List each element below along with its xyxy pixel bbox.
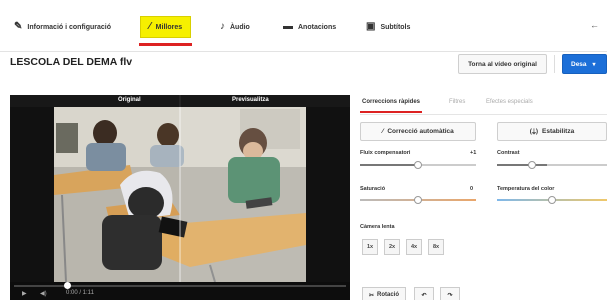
tab-annotations[interactable]: ▬ Anotacions: [283, 16, 336, 38]
play-icon[interactable]: ▶: [22, 290, 27, 297]
slider-thumb[interactable]: [414, 161, 422, 169]
stabilize-label: Estabilitza: [542, 128, 575, 135]
divider: [554, 55, 555, 73]
rotate-button[interactable]: ✂ Rotació: [362, 287, 406, 300]
speech-bubble-icon: ▬: [283, 21, 293, 32]
speed-8x-button[interactable]: 8x: [428, 239, 444, 255]
tab-label: Millores: [155, 23, 183, 31]
tab-filters[interactable]: Filtres: [449, 99, 465, 105]
time-display: 0:00 / 1:11: [66, 290, 94, 296]
saturation-value: 0: [470, 186, 474, 192]
color-temperature-slider[interactable]: [497, 196, 607, 204]
save-label: Desa: [571, 60, 587, 68]
panel-tab-divider: [360, 114, 607, 115]
tab-quick-fixes[interactable]: Correccions ràpides: [359, 99, 423, 113]
tab-label: Anotacions: [298, 23, 337, 31]
rotate-label: Rotació: [377, 292, 400, 298]
fill-light-label: Fluix compensatori: [360, 150, 411, 156]
magic-wand-icon: ⁄: [149, 21, 151, 32]
rotate-left-button[interactable]: ↶: [414, 287, 434, 300]
slider-thumb[interactable]: [528, 161, 536, 169]
slider-thumb[interactable]: [414, 196, 422, 204]
tab-label: Informació i configuració: [27, 23, 112, 31]
saturation-label: Saturació: [360, 186, 386, 192]
original-label: Original: [118, 97, 141, 103]
color-temperature-label: Temperatura del color: [497, 186, 555, 192]
tab-info-settings[interactable]: ✎ Informació i configuració: [14, 16, 111, 38]
rotate-right-button[interactable]: ↷: [440, 287, 460, 300]
auto-fix-button[interactable]: ⁄ Correcció automàtica: [360, 122, 476, 141]
tab-audio[interactable]: ♪ Àudio: [220, 16, 250, 38]
back-arrow-icon[interactable]: ←: [590, 20, 599, 30]
rotate-right-icon: ↷: [447, 292, 453, 299]
save-button[interactable]: Desa ▾: [562, 54, 607, 74]
contrast-slider[interactable]: [497, 161, 607, 169]
tab-label: Subtítols: [380, 23, 411, 31]
top-navigation: ✎ Informació i configuració ⁄ Millores ♪…: [0, 0, 607, 52]
tab-special-effects[interactable]: Efectes especials: [486, 99, 533, 105]
chevron-down-icon: ▾: [592, 61, 596, 68]
auto-fix-label: Correcció automàtica: [387, 128, 454, 135]
stabilize-button[interactable]: (⍊) Estabilitza: [497, 122, 607, 141]
video-preview[interactable]: Original Previsualitza ▶ ◀) 0:00 / 1:11: [10, 95, 350, 300]
stabilize-icon: (⍊): [529, 127, 539, 135]
video-title: LESCOLA DEL DEMA flv: [10, 56, 133, 68]
speed-2x-button[interactable]: 2x: [384, 239, 400, 255]
volume-icon[interactable]: ◀): [40, 290, 47, 297]
video-scrubber[interactable]: ▶ ◀) 0:00 / 1:11: [10, 282, 350, 300]
fill-light-slider[interactable]: [360, 161, 476, 169]
fill-light-value: +1: [470, 150, 477, 156]
slow-motion-title: Càmera lenta: [360, 224, 395, 230]
revert-to-original-button[interactable]: Torna al vídeo original: [458, 54, 547, 74]
preview-label: Previsualitza: [232, 97, 269, 103]
contrast-label: Contrast: [497, 150, 520, 156]
classroom-video-frame: [10, 95, 350, 300]
saturation-slider[interactable]: [360, 196, 476, 204]
music-note-icon: ♪: [220, 21, 225, 32]
subtitles-icon: ▣: [366, 21, 376, 32]
rotate-left-icon: ↶: [421, 292, 427, 299]
slider-thumb[interactable]: [548, 196, 556, 204]
speed-1x-button[interactable]: 1x: [362, 239, 378, 255]
tab-label: Àudio: [230, 23, 250, 31]
magic-wand-icon: ⁄: [382, 128, 384, 135]
speed-4x-button[interactable]: 4x: [406, 239, 422, 255]
pencil-icon: ✎: [14, 21, 23, 32]
tab-subtitles[interactable]: ▣ Subtítols: [366, 16, 410, 38]
scrubber-handle[interactable]: [64, 282, 71, 289]
tab-enhancements[interactable]: ⁄ Millores: [138, 16, 193, 46]
crop-rotate-icon: ✂: [368, 292, 374, 299]
